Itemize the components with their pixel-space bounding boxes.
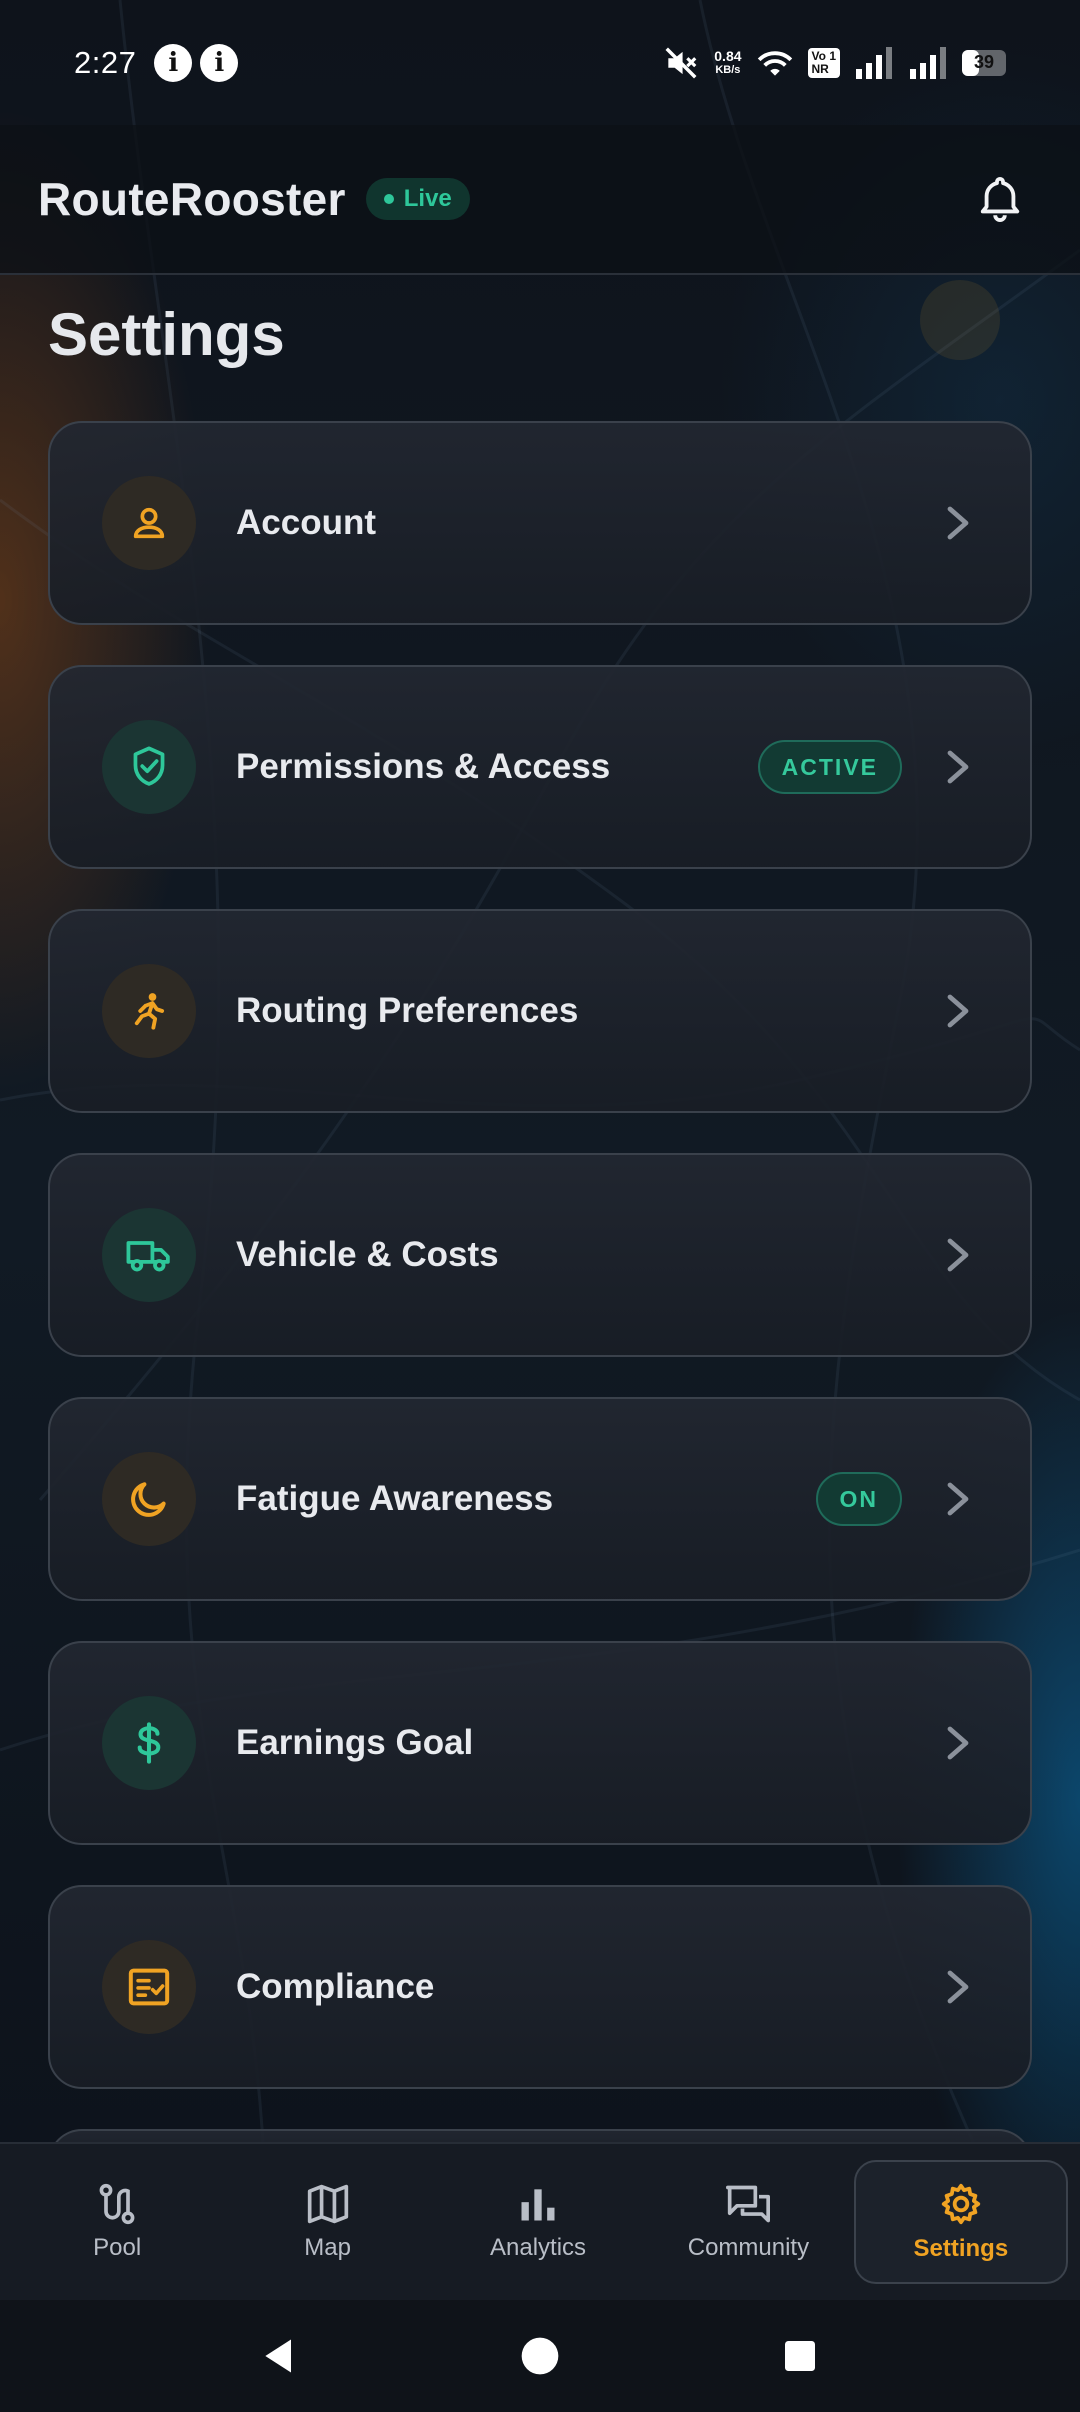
fatigue-icon-circle xyxy=(102,1452,196,1546)
settings-item-label: Vehicle & Costs xyxy=(236,1235,499,1274)
map-icon xyxy=(307,2184,348,2224)
nav-label: Pool xyxy=(93,2234,142,2261)
shield-check-icon xyxy=(133,746,165,786)
battery-level: 39 xyxy=(973,52,995,72)
battery-icon: 39 xyxy=(962,49,1006,76)
person-icon xyxy=(133,507,165,539)
chevron-right-icon xyxy=(938,991,978,1031)
settings-item-label: Compliance xyxy=(236,1967,435,2006)
earnings-icon-circle xyxy=(102,1696,196,1790)
routing-icon-circle xyxy=(102,964,196,1058)
home-button[interactable] xyxy=(510,2326,570,2386)
bell-icon xyxy=(980,176,1020,222)
recents-button[interactable] xyxy=(770,2326,830,2386)
status-right: 0.84 KB/s Vo 1 NR 39 xyxy=(662,44,1006,82)
home-circle-icon xyxy=(521,2337,559,2375)
status-time: 2:27 xyxy=(74,44,137,80)
network-speed-unit: KB/s xyxy=(715,63,741,76)
truck-icon xyxy=(126,1241,170,1272)
checklist-icon xyxy=(128,1968,170,2006)
info-icon: i xyxy=(154,43,193,82)
bottom-nav: Pool Map Analytics Community Settings xyxy=(0,2142,1080,2300)
settings-item-routing[interactable]: Routing Preferences xyxy=(48,909,1032,1113)
account-icon-circle xyxy=(102,476,196,570)
live-dot-icon xyxy=(383,194,394,204)
wifi-icon xyxy=(757,50,792,76)
dollar-icon xyxy=(137,1722,161,1764)
permissions-icon-circle xyxy=(102,720,196,814)
settings-item-label: Account xyxy=(236,503,376,542)
moon-icon xyxy=(131,1482,166,1517)
nav-label: Community xyxy=(687,2234,810,2261)
mute-icon xyxy=(665,47,697,78)
chevron-right-icon xyxy=(938,1967,978,2007)
settings-list: Account Permissions & Access ACTIVE Rout… xyxy=(48,421,1032,2209)
settings-item-label: Routing Preferences xyxy=(236,991,579,1030)
network-speed-value: 0.84 xyxy=(714,47,742,64)
settings-item-earnings[interactable]: Earnings Goal xyxy=(48,1641,1032,1845)
notification-icons: i i xyxy=(154,43,239,82)
live-badge: Live xyxy=(365,178,470,220)
nav-analytics[interactable]: Analytics xyxy=(433,2160,643,2284)
compliance-icon-circle xyxy=(102,1940,196,2034)
nav-community[interactable]: Community xyxy=(643,2160,853,2284)
app-title: RouteRooster xyxy=(38,173,346,225)
signal-icon xyxy=(910,46,946,79)
notifications-button[interactable] xyxy=(972,171,1028,227)
network-speed: 0.84 KB/s xyxy=(714,49,741,77)
bar-chart-icon xyxy=(521,2189,555,2221)
recents-square-icon xyxy=(785,2341,815,2371)
settings-item-permissions[interactable]: Permissions & Access ACTIVE xyxy=(48,665,1032,869)
system-nav-bar xyxy=(0,2300,1080,2412)
settings-item-account[interactable]: Account xyxy=(48,421,1032,625)
vehicle-icon-circle xyxy=(102,1208,196,1302)
nav-map[interactable]: Map xyxy=(222,2160,432,2284)
app-header: RouteRooster Live xyxy=(0,125,1080,275)
nav-pool[interactable]: Pool xyxy=(12,2160,222,2284)
settings-item-fatigue[interactable]: Fatigue Awareness ON xyxy=(48,1397,1032,1601)
nav-label: Map xyxy=(304,2234,351,2261)
signal-icon xyxy=(856,46,892,79)
settings-item-label: Fatigue Awareness xyxy=(236,1479,554,1518)
page-title: Settings xyxy=(48,301,285,368)
status-bar: 2:27 i i 0.84 KB/s Vo 1 NR 39 xyxy=(0,0,1080,125)
chat-icon xyxy=(726,2185,771,2223)
running-person-icon xyxy=(134,993,165,1030)
settings-item-compliance[interactable]: Compliance xyxy=(48,1885,1032,2089)
settings-item-label: Permissions & Access xyxy=(236,747,611,786)
chevron-right-icon xyxy=(938,503,978,543)
nav-label: Analytics xyxy=(489,2234,587,2261)
gear-icon xyxy=(941,2183,980,2225)
volte-icon: Vo 1 NR xyxy=(807,47,840,78)
back-button[interactable] xyxy=(250,2326,310,2386)
status-badge: ON xyxy=(815,1472,902,1526)
route-icon xyxy=(99,2183,135,2225)
chevron-right-icon xyxy=(938,1723,978,1763)
chevron-right-icon xyxy=(938,1479,978,1519)
info-icon: i xyxy=(200,43,239,82)
chevron-right-icon xyxy=(938,1235,978,1275)
status-badge: ACTIVE xyxy=(757,740,902,794)
settings-item-vehicle[interactable]: Vehicle & Costs xyxy=(48,1153,1032,1357)
chevron-right-icon xyxy=(938,747,978,787)
live-label: Live xyxy=(403,185,452,212)
nav-settings[interactable]: Settings xyxy=(853,2160,1069,2284)
settings-item-label: Earnings Goal xyxy=(236,1723,474,1762)
back-triangle-icon xyxy=(265,2339,291,2373)
nav-label: Settings xyxy=(913,2235,1009,2262)
